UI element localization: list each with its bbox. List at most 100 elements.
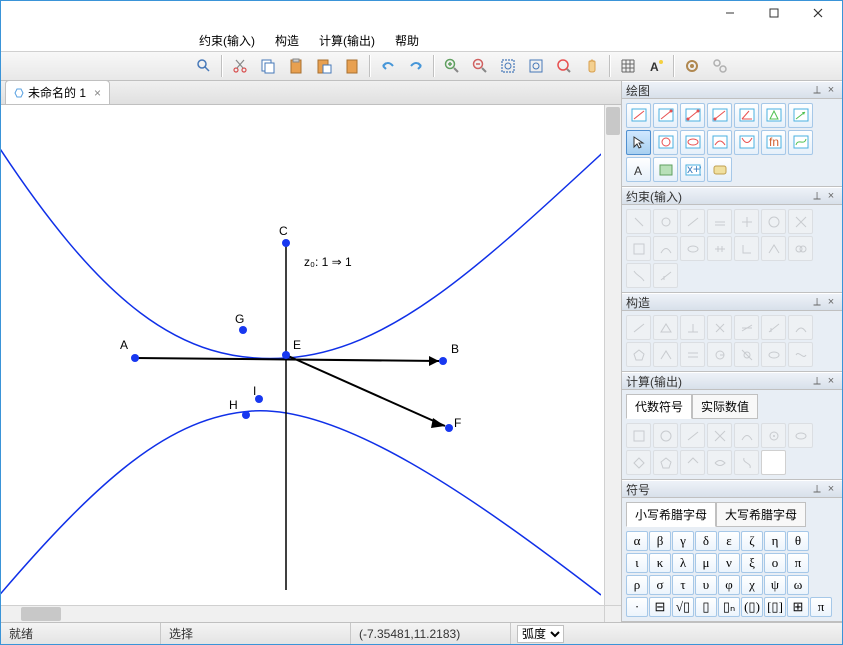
symbol-π[interactable]: π: [810, 597, 832, 617]
status-unit-select[interactable]: 弧度: [511, 625, 570, 643]
pin-icon[interactable]: ⟂: [810, 482, 824, 496]
symbol-τ[interactable]: τ: [672, 575, 694, 595]
symbol-ι[interactable]: ι: [626, 553, 648, 573]
symbol-⊞[interactable]: ⊞: [787, 597, 809, 617]
symbol-γ[interactable]: γ: [672, 531, 694, 551]
symbol-δ[interactable]: δ: [695, 531, 717, 551]
menu-compute[interactable]: 计算(输出): [311, 30, 383, 51]
symbol-▯ₙ[interactable]: ▯ₙ: [718, 597, 740, 617]
symbol-ε[interactable]: ε: [718, 531, 740, 551]
symbol-θ[interactable]: θ: [787, 531, 809, 551]
vertical-scrollbar[interactable]: [604, 105, 621, 605]
panel-close-icon[interactable]: ×: [824, 295, 838, 309]
symbol-η[interactable]: η: [764, 531, 786, 551]
symbol-·[interactable]: ·: [626, 597, 648, 617]
tool-conic[interactable]: [734, 130, 759, 155]
cut-icon[interactable]: [227, 53, 253, 79]
symbol-α[interactable]: α: [626, 531, 648, 551]
pan-icon[interactable]: [579, 53, 605, 79]
drawing-canvas[interactable]: C A B E F G H I z₀: 1 ⇒ 1: [1, 105, 621, 622]
gear-icon[interactable]: [679, 53, 705, 79]
menu-constraint[interactable]: 约束(输入): [191, 30, 263, 51]
tab-algebraic[interactable]: 代数符号: [626, 394, 692, 419]
zoom-rect-icon[interactable]: [495, 53, 521, 79]
tab-uppercase-greek[interactable]: 大写希腊字母: [716, 502, 806, 527]
tool-polygon[interactable]: [761, 103, 786, 128]
pin-icon[interactable]: ⟂: [810, 83, 824, 97]
paste-special-icon[interactable]: [311, 53, 337, 79]
symbol-ψ[interactable]: ψ: [764, 575, 786, 595]
undo-icon[interactable]: [375, 53, 401, 79]
tab-lowercase-greek[interactable]: 小写希腊字母: [626, 502, 716, 527]
tool-image[interactable]: [653, 157, 678, 182]
panel-close-icon[interactable]: ×: [824, 83, 838, 97]
tool-expr[interactable]: x+y: [680, 157, 705, 182]
pin-icon[interactable]: ⟂: [810, 295, 824, 309]
symbol-χ[interactable]: χ: [741, 575, 763, 595]
svg-text:A: A: [650, 60, 659, 74]
minimize-button[interactable]: [708, 1, 752, 25]
pin-icon[interactable]: ⟂: [810, 374, 824, 388]
zoom-reset-icon[interactable]: [551, 53, 577, 79]
panel-close-icon[interactable]: ×: [824, 189, 838, 203]
gears-icon[interactable]: [707, 53, 733, 79]
tool-ellipse[interactable]: [680, 130, 705, 155]
panel-symbols: 符号⟂× 小写希腊字母 大写希腊字母 αβγδεζηθ ικλμνξοπ ρστ…: [622, 480, 842, 622]
tool-select[interactable]: [626, 130, 651, 155]
tool-text[interactable]: A: [626, 157, 651, 182]
tool-line[interactable]: [653, 103, 678, 128]
copy-icon[interactable]: [255, 53, 281, 79]
tool-point[interactable]: [626, 103, 651, 128]
label-icon[interactable]: A: [643, 53, 669, 79]
symbol-π[interactable]: π: [787, 553, 809, 573]
symbol-κ[interactable]: κ: [649, 553, 671, 573]
symbol-σ[interactable]: σ: [649, 575, 671, 595]
zoom-in-icon[interactable]: [439, 53, 465, 79]
zoom-fit-icon[interactable]: [523, 53, 549, 79]
search-icon[interactable]: [191, 53, 217, 79]
symbol-ω[interactable]: ω: [787, 575, 809, 595]
tab-close-icon[interactable]: ×: [94, 86, 101, 100]
symbol-ρ[interactable]: ρ: [626, 575, 648, 595]
tool-locus[interactable]: [788, 130, 813, 155]
symbol-ζ[interactable]: ζ: [741, 531, 763, 551]
close-button[interactable]: [796, 1, 840, 25]
tab-numeric[interactable]: 实际数值: [692, 394, 758, 419]
tool-arc[interactable]: [707, 130, 732, 155]
menu-construct[interactable]: 构造: [267, 30, 307, 51]
symbol-(▯)[interactable]: (▯): [741, 597, 763, 617]
paste-icon[interactable]: [283, 53, 309, 79]
symbol-ο[interactable]: ο: [764, 553, 786, 573]
symbol-μ[interactable]: μ: [695, 553, 717, 573]
zoom-out-icon[interactable]: [467, 53, 493, 79]
tool-ray[interactable]: [707, 103, 732, 128]
tool-circle[interactable]: [653, 130, 678, 155]
symbol-[▯][interactable]: [▯]: [764, 597, 786, 617]
horizontal-scrollbar[interactable]: [1, 605, 604, 622]
maximize-button[interactable]: [752, 1, 796, 25]
symbol-λ[interactable]: λ: [672, 553, 694, 573]
symbol-⊟[interactable]: ⊟: [649, 597, 671, 617]
tool-segment[interactable]: [680, 103, 705, 128]
panel-close-icon[interactable]: ×: [824, 374, 838, 388]
tool-vector[interactable]: [788, 103, 813, 128]
pin-icon[interactable]: ⟂: [810, 189, 824, 203]
tool-angle[interactable]: [734, 103, 759, 128]
symbol-φ[interactable]: φ: [718, 575, 740, 595]
tool-button[interactable]: [707, 157, 732, 182]
grid-icon[interactable]: [615, 53, 641, 79]
symbol-υ[interactable]: υ: [695, 575, 717, 595]
tool-func[interactable]: fn: [761, 130, 786, 155]
symbol-√▯[interactable]: √▯: [672, 597, 694, 617]
clipboard-icon[interactable]: [339, 53, 365, 79]
symbol-ν[interactable]: ν: [718, 553, 740, 573]
menu-help[interactable]: 帮助: [387, 30, 427, 51]
redo-icon[interactable]: [403, 53, 429, 79]
construct-tool: [653, 342, 678, 367]
symbol-▯[interactable]: ▯: [695, 597, 717, 617]
symbol-β[interactable]: β: [649, 531, 671, 551]
symbol-ξ[interactable]: ξ: [741, 553, 763, 573]
document-tab[interactable]: 未命名的 1 ×: [5, 80, 110, 104]
unit-dropdown[interactable]: 弧度: [517, 625, 564, 643]
panel-close-icon[interactable]: ×: [824, 482, 838, 496]
